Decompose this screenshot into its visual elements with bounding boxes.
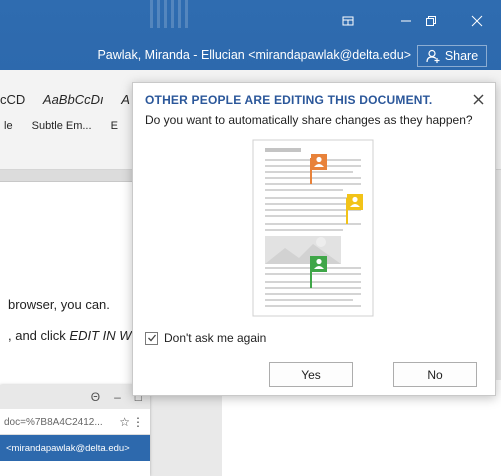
ruler (0, 170, 150, 182)
style-name-3[interactable]: E (111, 120, 118, 132)
browser-account-icon: Θ (90, 390, 101, 404)
style-preview-2[interactable]: AaBbCcDı (43, 92, 104, 107)
minimize-icon[interactable] (395, 12, 417, 30)
dont-ask-label[interactable]: Don't ask me again (164, 331, 266, 345)
star-icon: ☆ (119, 415, 130, 429)
document-text-line: , and click EDIT IN W (8, 328, 132, 343)
browser-email: <mirandapawlak@delta.edu> (0, 435, 150, 461)
coauthoring-dialog: OTHER PEOPLE ARE EDITING THIS DOCUMENT. … (132, 82, 496, 396)
checkmark-icon (147, 334, 156, 342)
dont-ask-checkbox[interactable] (145, 331, 158, 345)
style-preview-3[interactable]: A (121, 92, 130, 107)
coauthoring-illustration (252, 139, 374, 317)
share-label: Share (444, 49, 479, 63)
share-button[interactable]: Share (417, 45, 487, 67)
dialog-description: Do you want to automatically share chang… (145, 113, 473, 127)
close-icon[interactable] (466, 12, 488, 30)
restore-icon[interactable] (420, 12, 442, 30)
account-info[interactable]: Pawlak, Miranda - Ellucian <mirandapawla… (97, 48, 411, 62)
style-gallery: cCD AaBbCcDı A (0, 92, 144, 107)
word-window: Pawlak, Miranda - Ellucian <mirandapawla… (0, 0, 501, 476)
browser-url: doc=%7B8A4C2412... ☆ ⋮ (0, 409, 150, 435)
title-bar: Pawlak, Miranda - Ellucian <mirandapawla… (0, 0, 501, 70)
style-preview-1[interactable]: cCD (0, 92, 25, 107)
style-name-1[interactable]: le (4, 120, 13, 132)
style-names: le Subtle Em... E (4, 120, 134, 132)
ribbon-display-options-icon[interactable] (337, 12, 359, 30)
dont-ask-row[interactable]: Don't ask me again (145, 331, 266, 345)
no-button[interactable]: No (393, 362, 477, 387)
title-bar-decoration (150, 0, 190, 28)
embedded-browser-screenshot: Θ – □ doc=%7B8A4C2412... ☆ ⋮ <mirandapaw… (0, 385, 150, 476)
dialog-title: OTHER PEOPLE ARE EDITING THIS DOCUMENT. (145, 93, 433, 107)
browser-titlebar: Θ – □ (0, 385, 150, 409)
menu-icon: ⋮ (132, 415, 144, 429)
document-text-line: browser, you can. (8, 297, 110, 312)
browser-minimize-icon: – (114, 390, 121, 404)
yes-button[interactable]: Yes (269, 362, 353, 387)
person-add-icon (426, 49, 440, 63)
style-name-2[interactable]: Subtle Em... (32, 120, 92, 132)
close-icon[interactable] (469, 90, 487, 108)
